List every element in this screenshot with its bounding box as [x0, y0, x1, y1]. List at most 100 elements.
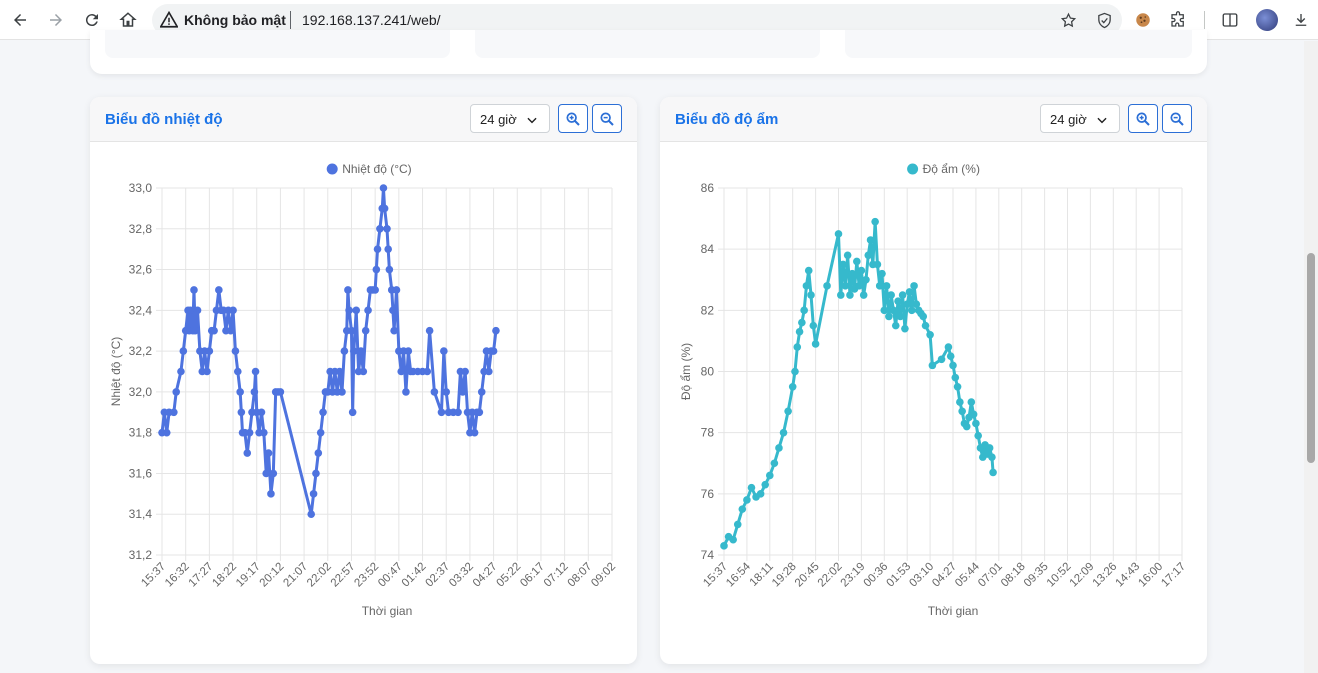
data-point [489, 347, 498, 355]
shield-icon[interactable] [1094, 10, 1114, 30]
data-point [352, 306, 361, 315]
sidepanel-icon[interactable] [1219, 9, 1241, 31]
zoom-out-icon [600, 111, 614, 126]
y-tick-label: 74 [701, 548, 715, 562]
zoom-out-button[interactable] [592, 104, 622, 133]
time-range-value: 24 giờ [480, 112, 517, 127]
data-point [793, 343, 802, 351]
data-point [901, 324, 909, 333]
star-icon[interactable] [1058, 10, 1078, 30]
x-tick-label: 01:42 [400, 561, 429, 590]
data-point [269, 469, 278, 478]
data-point [839, 260, 847, 269]
time-range-select[interactable]: 24 giờ [1040, 104, 1120, 133]
x-tick-label: 07:01 [976, 561, 1005, 590]
data-point [454, 408, 462, 417]
puzzle-icon[interactable] [1167, 9, 1189, 31]
y-tick-label: 82 [701, 303, 715, 317]
time-range-select[interactable]: 24 giờ [470, 104, 550, 133]
data-point [761, 480, 770, 489]
data-point [729, 535, 737, 544]
y-tick-label: 31,4 [129, 507, 153, 521]
y-tick-label: 32,8 [129, 222, 153, 236]
avatar[interactable] [1256, 9, 1278, 31]
data-point [875, 282, 884, 290]
url-text[interactable]: 192.168.137.241/web/ [302, 12, 441, 28]
zoom-out-button[interactable] [1162, 104, 1192, 133]
data-point [423, 367, 432, 376]
download-icon[interactable] [1290, 9, 1312, 31]
warning-icon[interactable] [159, 10, 179, 29]
y-tick-label: 80 [701, 365, 715, 379]
summary-tile [105, 30, 450, 58]
data-point [720, 542, 728, 550]
data-point [190, 286, 198, 294]
data-point [855, 282, 863, 290]
data-point [177, 367, 185, 376]
data-point [348, 408, 357, 417]
x-tick-label: 00:36 [862, 561, 891, 590]
data-point [384, 245, 392, 253]
x-tick-label: 04:27 [471, 561, 500, 590]
x-tick-label: 22:02 [816, 561, 845, 590]
data-point [969, 410, 978, 419]
data-point [245, 428, 254, 437]
cookie-icon[interactable] [1132, 9, 1154, 31]
x-tick-label: 19:28 [770, 561, 799, 590]
data-point [841, 282, 850, 290]
data-point [257, 408, 266, 417]
data-point [791, 367, 799, 376]
y-tick-label: 78 [701, 426, 715, 440]
x-tick-label: 21:07 [281, 561, 310, 590]
data-point [864, 251, 873, 260]
data-point [170, 408, 178, 417]
temperature-chart: 31,2 31,4 31,6 31,8 32,0 32,2 32,4 32,6 32,8 33,0… [109, 162, 618, 618]
summary-tile [475, 30, 820, 58]
y-axis-title: Nhiệt độ (°C) [109, 337, 123, 407]
data-point [477, 388, 486, 396]
data-point [458, 388, 467, 396]
x-tick-label: 16:00 [1136, 561, 1165, 590]
y-tick-label: 31,8 [129, 426, 153, 440]
scrollbar-thumb[interactable] [1307, 253, 1315, 463]
data-point [889, 306, 898, 315]
data-point [179, 347, 188, 355]
x-tick-label: 03:10 [907, 561, 936, 590]
x-tick-label: 02:37 [423, 561, 452, 590]
zoom-in-button[interactable] [558, 104, 588, 133]
zoom-in-button[interactable] [1128, 104, 1158, 133]
data-point [779, 428, 788, 437]
data-point [392, 286, 401, 294]
data-point [404, 347, 413, 355]
data-point [985, 444, 994, 452]
home-icon[interactable] [116, 8, 140, 32]
data-point [926, 331, 934, 339]
back-icon[interactable] [8, 8, 32, 32]
y-tick-label: 86 [701, 181, 715, 195]
forward-icon[interactable] [44, 8, 68, 32]
data-point [309, 490, 318, 498]
omnibox-divider [290, 11, 291, 29]
data-point [210, 326, 218, 335]
data-point [440, 347, 448, 355]
reload-icon[interactable] [80, 8, 104, 32]
data-point [264, 449, 273, 457]
data-point [958, 407, 966, 416]
card-title: Biểu đồ nhiệt độ [105, 111, 223, 128]
x-tick-label: 18:11 [748, 561, 776, 589]
data-point [809, 321, 818, 330]
data-point [470, 428, 479, 437]
data-point [442, 388, 451, 396]
security-label[interactable]: Không bảo mật [184, 12, 286, 28]
humidity-chart-card: Biểu đồ độ ẩm 24 giờ 74 76 78 80 82 84 86 15:37… [660, 97, 1207, 664]
data-point [231, 347, 240, 355]
x-tick-label: 05:44 [953, 560, 982, 589]
data-point [314, 449, 323, 457]
data-point [974, 431, 982, 440]
x-tick-label: 17:27 [187, 561, 216, 590]
data-point [389, 306, 397, 315]
card-header: Biểu đồ nhiệt độ 24 giờ [90, 97, 637, 142]
x-tick-label: 15:37 [701, 561, 730, 590]
x-tick-label: 04:27 [930, 561, 959, 590]
data-point [795, 327, 804, 336]
